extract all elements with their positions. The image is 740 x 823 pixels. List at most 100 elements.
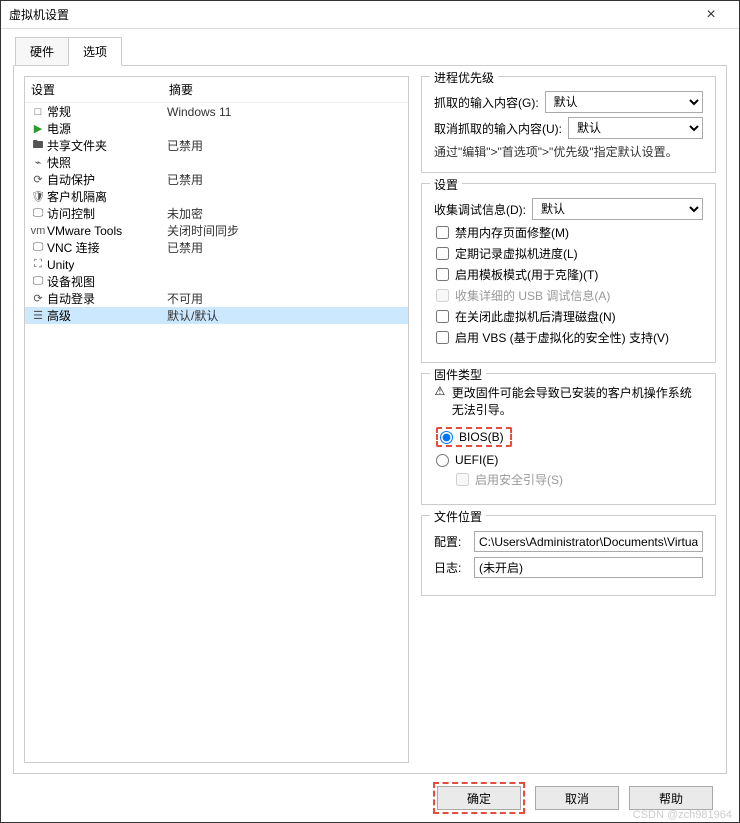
grab-select[interactable]: 默认 <box>545 91 703 113</box>
col-summary: 摘要 <box>169 81 193 98</box>
chk-secure-boot: 启用安全引导(S) <box>456 471 703 488</box>
ungrab-label: 取消抓取的输入内容(U): <box>434 120 562 137</box>
radio-bios-wrap[interactable]: BIOS(B) <box>436 427 512 447</box>
help-button[interactable]: 帮助 <box>629 786 713 810</box>
tab-options[interactable]: 选项 <box>68 37 122 66</box>
log-label: 日志: <box>434 559 466 576</box>
list-item[interactable]: 🛡客户机隔离 <box>25 188 408 205</box>
tab-strip: 硬件 选项 <box>13 37 727 66</box>
chk-clean-disk[interactable]: 在关闭此虚拟机后清理磁盘(N) <box>436 308 703 325</box>
item-name: VMware Tools <box>47 224 167 238</box>
radio-uefi-wrap[interactable]: UEFI(E) <box>436 453 703 467</box>
chk-mem-trim-box[interactable] <box>436 226 449 239</box>
dialog-buttons: 确定 取消 帮助 <box>13 774 727 822</box>
config-path[interactable] <box>474 531 703 552</box>
col-setting: 设置 <box>31 81 169 98</box>
item-icon: ⛶ <box>29 258 47 271</box>
item-name: 自动登录 <box>47 290 167 307</box>
item-name: 常规 <box>47 103 167 120</box>
ok-highlight: 确定 <box>433 782 525 814</box>
list-item[interactable]: ⛶Unity <box>25 256 408 273</box>
item-name: 高级 <box>47 307 167 324</box>
list-item[interactable]: ⟳自动保护已禁用 <box>25 171 408 188</box>
radio-bios[interactable] <box>440 431 453 444</box>
item-name: Unity <box>47 258 167 272</box>
item-summary: 已禁用 <box>167 239 203 256</box>
item-summary: 已禁用 <box>167 137 203 154</box>
item-icon: 🖵 <box>29 207 47 220</box>
cancel-button[interactable]: 取消 <box>535 786 619 810</box>
debug-select[interactable]: 默认 <box>532 198 703 220</box>
chk-log-progress-box[interactable] <box>436 247 449 260</box>
item-icon: 🖵 <box>29 275 47 288</box>
warning-icon: ⚠ <box>434 384 446 398</box>
ok-button[interactable]: 确定 <box>437 786 521 810</box>
list-item[interactable]: ☰高级默认/默认 <box>25 307 408 324</box>
item-name: 访问控制 <box>47 205 167 222</box>
firmware-warning: 更改固件可能会导致已安装的客户机操作系统无法引导。 <box>452 384 703 418</box>
item-name: 快照 <box>47 154 167 171</box>
list-item[interactable]: ⌁快照 <box>25 154 408 171</box>
window-title: 虚拟机设置 <box>9 6 691 23</box>
close-icon[interactable]: × <box>691 6 731 24</box>
grab-label: 抓取的输入内容(G): <box>434 94 539 111</box>
item-name: 自动保护 <box>47 171 167 188</box>
ungrab-select[interactable]: 默认 <box>568 117 703 139</box>
item-icon: □ <box>29 106 47 118</box>
item-name: 共享文件夹 <box>47 137 167 154</box>
list-item[interactable]: ⟳自动登录不可用 <box>25 290 408 307</box>
chk-vbs[interactable]: 启用 VBS (基于虚拟化的安全性) 支持(V) <box>436 329 703 346</box>
list-item[interactable]: □常规Windows 11 <box>25 103 408 120</box>
group-title: 设置 <box>430 176 462 193</box>
item-name: 客户机隔离 <box>47 188 167 205</box>
item-icon: ☰ <box>29 309 47 322</box>
debug-label: 收集调试信息(D): <box>434 201 526 218</box>
item-icon: 🖿 <box>29 136 47 155</box>
item-icon: ⟳ <box>29 292 47 305</box>
chk-usb-debug: 收集详细的 USB 调试信息(A) <box>436 287 703 304</box>
group-priority: 进程优先级 抓取的输入内容(G): 默认 取消抓取的输入内容(U): 默认 通过… <box>421 76 716 173</box>
title-bar: 虚拟机设置 × <box>1 1 739 29</box>
chk-mem-trim[interactable]: 禁用内存页面修整(M) <box>436 224 703 241</box>
item-summary: 默认/默认 <box>167 307 218 324</box>
chk-template[interactable]: 启用模板模式(用于克隆)(T) <box>436 266 703 283</box>
group-firmware: 固件类型 ⚠ 更改固件可能会导致已安装的客户机操作系统无法引导。 BIOS(B) <box>421 373 716 505</box>
chk-template-box[interactable] <box>436 268 449 281</box>
settings-list: 设置 摘要 □常规Windows 11▶电源🖿共享文件夹已禁用⌁快照⟳自动保护已… <box>24 76 409 763</box>
chk-log-progress[interactable]: 定期记录虚拟机进度(L) <box>436 245 703 262</box>
group-title: 文件位置 <box>430 508 486 525</box>
group-settings: 设置 收集调试信息(D): 默认 禁用内存页面修整(M) 定期记录虚拟机进度(L… <box>421 183 716 363</box>
item-summary: 已禁用 <box>167 171 203 188</box>
list-item[interactable]: 🖵设备视图 <box>25 273 408 290</box>
list-item[interactable]: 🖿共享文件夹已禁用 <box>25 137 408 154</box>
group-file-location: 文件位置 配置: 日志: <box>421 515 716 596</box>
item-icon: 🛡 <box>29 190 47 203</box>
group-title: 固件类型 <box>430 366 486 383</box>
item-icon: vm <box>29 225 47 237</box>
radio-uefi[interactable] <box>436 454 449 467</box>
chk-vbs-box[interactable] <box>436 331 449 344</box>
item-icon: ▶ <box>29 122 47 135</box>
item-summary: Windows 11 <box>167 105 231 119</box>
item-name: 设备视图 <box>47 273 167 290</box>
item-icon: ⌁ <box>29 156 47 169</box>
chk-clean-disk-box[interactable] <box>436 310 449 323</box>
item-summary: 未加密 <box>167 205 203 222</box>
item-summary: 关闭时间同步 <box>167 222 239 239</box>
list-item[interactable]: 🖵访问控制未加密 <box>25 205 408 222</box>
list-header: 设置 摘要 <box>25 77 408 103</box>
tab-hardware[interactable]: 硬件 <box>15 37 69 66</box>
priority-note: 通过"编辑">"首选项">"优先级"指定默认设置。 <box>434 143 703 160</box>
item-icon: 🖵 <box>29 241 47 254</box>
log-path[interactable] <box>474 557 703 578</box>
item-name: 电源 <box>47 120 167 137</box>
chk-secure-boot-box <box>456 473 469 486</box>
list-item[interactable]: vmVMware Tools关闭时间同步 <box>25 222 408 239</box>
config-label: 配置: <box>434 533 466 550</box>
list-item[interactable]: 🖵VNC 连接已禁用 <box>25 239 408 256</box>
list-item[interactable]: ▶电源 <box>25 120 408 137</box>
item-icon: ⟳ <box>29 173 47 186</box>
item-name: VNC 连接 <box>47 239 167 256</box>
group-title: 进程优先级 <box>430 69 498 86</box>
item-summary: 不可用 <box>167 290 203 307</box>
